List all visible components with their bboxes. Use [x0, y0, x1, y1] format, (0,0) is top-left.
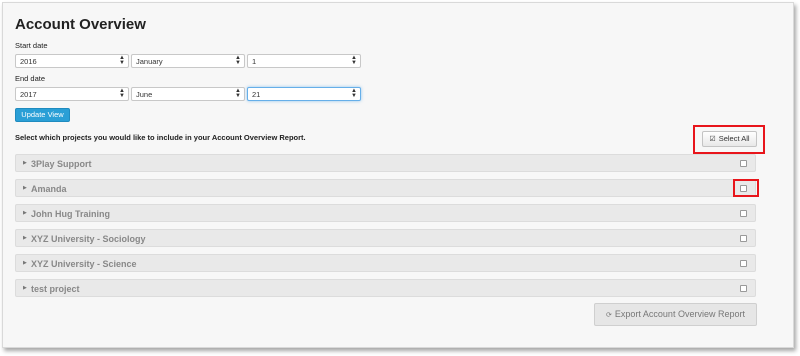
- account-overview-panel: Account Overview Start date 2016 ▲ ▼ Janu…: [2, 2, 794, 348]
- updown-arrow-icon: ▲ ▼: [119, 88, 125, 99]
- updown-arrow-icon: ▲ ▼: [235, 88, 241, 99]
- instruction-text: Select which projects you would like to …: [15, 133, 306, 142]
- project-name: XYZ University - Sociology: [31, 234, 146, 244]
- project-name: Amanda: [31, 184, 67, 194]
- refresh-icon: ⟳: [606, 312, 612, 319]
- end-month-value: June: [136, 90, 153, 99]
- project-name: 3Play Support: [31, 159, 92, 169]
- export-report-button[interactable]: ⟳ Export Account Overview Report: [594, 303, 757, 326]
- checkbox-highlight: [733, 179, 759, 197]
- start-month-value: January: [136, 57, 163, 66]
- end-year-select[interactable]: 2017 ▲ ▼: [15, 87, 129, 101]
- project-row[interactable]: ▶ test project: [15, 279, 756, 297]
- updown-arrow-icon: ▲ ▼: [235, 55, 241, 66]
- project-row[interactable]: ▶ John Hug Training: [15, 204, 756, 222]
- project-name: XYZ University - Science: [31, 259, 137, 269]
- project-checkbox[interactable]: [740, 160, 747, 167]
- project-checkbox[interactable]: [740, 260, 747, 267]
- updown-arrow-icon: ▲ ▼: [351, 88, 357, 99]
- project-row[interactable]: ▶ 3Play Support: [15, 154, 756, 172]
- project-row[interactable]: ▶ XYZ University - Science: [15, 254, 756, 272]
- caret-right-icon: ▶: [23, 185, 27, 191]
- end-date-label: End date: [15, 74, 46, 83]
- project-checkbox[interactable]: [740, 210, 747, 217]
- start-date-label: Start date: [15, 41, 48, 50]
- page-title: Account Overview: [15, 16, 146, 33]
- checkbox-checked-icon: ☑: [709, 136, 716, 143]
- export-label: Export Account Overview Report: [614, 309, 745, 319]
- start-year-value: 2016: [20, 57, 37, 66]
- caret-right-icon: ▶: [23, 210, 27, 216]
- project-checkbox[interactable]: [740, 285, 747, 292]
- updown-arrow-icon: ▲ ▼: [119, 55, 125, 66]
- start-month-select[interactable]: January ▲ ▼: [131, 54, 245, 68]
- end-month-select[interactable]: June ▲ ▼: [131, 87, 245, 101]
- caret-right-icon: ▶: [23, 160, 27, 166]
- start-year-select[interactable]: 2016 ▲ ▼: [15, 54, 129, 68]
- updown-arrow-icon: ▲ ▼: [351, 55, 357, 66]
- select-all-button[interactable]: ☑ Select All: [702, 131, 757, 147]
- end-day-value: 21: [252, 90, 261, 99]
- caret-right-icon: ▶: [23, 285, 27, 291]
- project-name: test project: [31, 284, 80, 294]
- end-day-select[interactable]: 21 ▲ ▼: [247, 87, 361, 101]
- project-row[interactable]: ▶ Amanda: [15, 179, 756, 197]
- caret-right-icon: ▶: [23, 235, 27, 241]
- start-day-value: 1: [252, 57, 257, 66]
- update-view-button[interactable]: Update View: [15, 108, 70, 122]
- end-year-value: 2017: [20, 90, 37, 99]
- project-checkbox[interactable]: [740, 235, 747, 242]
- select-all-label: Select All: [718, 134, 750, 143]
- project-name: John Hug Training: [31, 209, 110, 219]
- start-day-select[interactable]: 1 ▲ ▼: [247, 54, 361, 68]
- caret-right-icon: ▶: [23, 260, 27, 266]
- project-row[interactable]: ▶ XYZ University - Sociology: [15, 229, 756, 247]
